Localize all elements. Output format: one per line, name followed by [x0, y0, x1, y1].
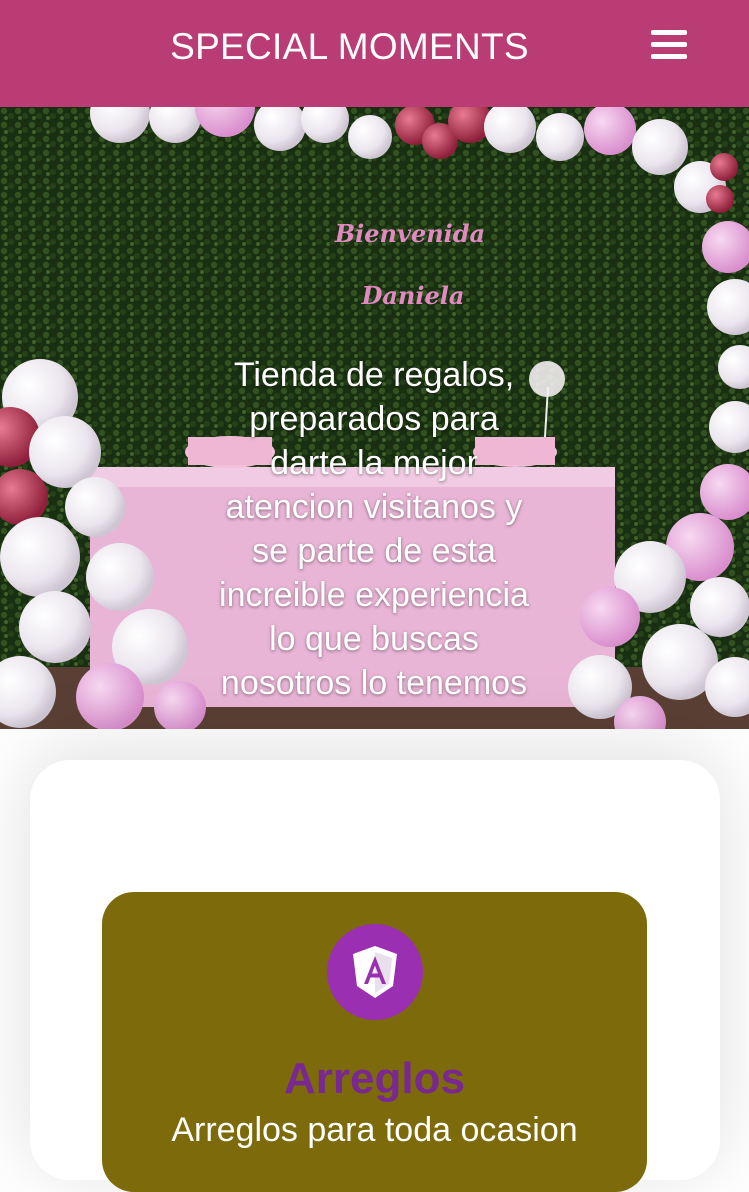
welcome-sign-line2: Daniela — [361, 281, 465, 310]
hero-description: Tienda de regalos, preparados para darte… — [219, 356, 529, 702]
card-subtitle: Arreglos para toda ocasion — [171, 1111, 578, 1149]
welcome-sign-line1: Bienvenida — [334, 219, 485, 248]
hamburger-menu-icon[interactable] — [651, 30, 687, 62]
top-navbar: SPECIAL MOMENTS — [0, 0, 749, 107]
service-card-arreglos[interactable]: Arreglos Arreglos para toda ocasion — [102, 892, 647, 1192]
hero-banner: Bienvenida Daniela Tienda de regalos, pr… — [0, 107, 749, 729]
brand-title[interactable]: SPECIAL MOMENTS — [0, 26, 749, 68]
card-title: Arreglos — [284, 1054, 465, 1103]
angular-icon — [327, 924, 423, 1020]
